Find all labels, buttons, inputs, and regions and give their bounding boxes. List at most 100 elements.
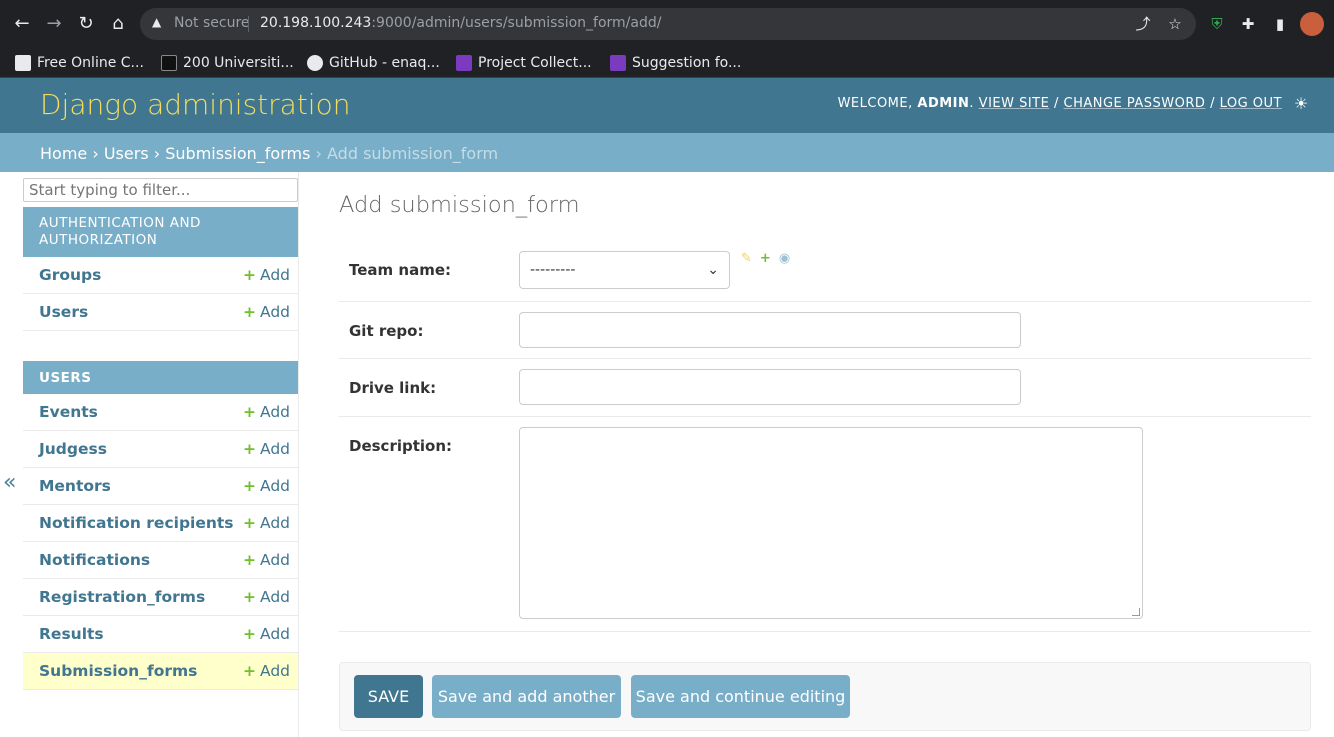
drive-link-label: Drive link: (349, 379, 437, 397)
add-link[interactable]: + Add (243, 403, 290, 421)
bookmark-label: 200 Universiti... (183, 55, 294, 71)
resize-grip-icon[interactable] (1132, 608, 1140, 616)
home-icon[interactable]: ⌂ (106, 12, 130, 36)
module-caption-auth[interactable]: AUTHENTICATION AND AUTHORIZATION (23, 207, 298, 257)
shield-extension-icon[interactable]: ⛨ (1205, 12, 1229, 36)
model-link[interactable]: Groups (39, 266, 101, 284)
reload-icon[interactable]: ↻ (74, 12, 98, 36)
model-link[interactable]: Notifications (39, 551, 150, 569)
save-add-another-button[interactable]: Save and add another (432, 675, 621, 718)
model-link[interactable]: Judgess (39, 440, 107, 458)
add-link[interactable]: + Add (243, 266, 290, 284)
profile-avatar[interactable] (1300, 12, 1324, 36)
add-link[interactable]: + Add (243, 551, 290, 569)
welcome-text: WELCOME, (837, 96, 913, 111)
puzzle-extensions-icon[interactable]: ✚ (1236, 12, 1260, 36)
add-link[interactable]: + Add (243, 588, 290, 606)
plus-icon: + (242, 440, 256, 458)
model-link[interactable]: Submission_forms (39, 662, 197, 680)
add-label: Add (259, 514, 290, 532)
plus-icon: + (242, 303, 256, 321)
sidebar-collapse-toggle[interactable]: « (3, 470, 16, 495)
git-repo-row: Git repo: (339, 302, 1311, 359)
drive-link-row: Drive link: (339, 359, 1311, 417)
sidebar-item-mentors: Mentors + Add (23, 468, 298, 505)
bookmark-item[interactable]: GitHub - enaq... (307, 52, 440, 74)
description-label: Description: (349, 437, 453, 455)
plus-icon: + (242, 588, 256, 606)
url-path: :9000/admin/users/submission_form/add/ (371, 15, 662, 31)
back-arrow-icon[interactable]: ← (10, 12, 34, 36)
sidebar-item-submission-forms: Submission_forms + Add (23, 653, 298, 690)
github-icon (307, 55, 323, 71)
add-link[interactable]: + Add (243, 440, 290, 458)
view-site-link[interactable]: VIEW SITE (979, 96, 1050, 111)
user-tools: WELCOME, ADMIN. VIEW SITE / CHANGE PASSW… (837, 96, 1282, 111)
sidebar-item-notifications: Notifications + Add (23, 542, 298, 579)
select-value: --------- (530, 262, 576, 278)
sidebar-item-registration-forms: Registration_forms + Add (23, 579, 298, 616)
add-label: Add (259, 266, 290, 284)
description-textarea[interactable] (519, 427, 1143, 619)
model-link[interactable]: Events (39, 403, 98, 421)
forms-icon (456, 55, 472, 71)
change-password-link[interactable]: CHANGE PASSWORD (1064, 96, 1206, 111)
module-caption-users[interactable]: USERS (23, 361, 298, 394)
side-panel-icon[interactable]: ▮ (1268, 12, 1292, 36)
submit-row: SAVE Save and add another Save and conti… (339, 662, 1311, 731)
address-bar[interactable]: ▲ Not secure 20.198.100.243:9000/admin/u… (140, 8, 1196, 40)
add-link[interactable]: + Add (243, 625, 290, 643)
add-label: Add (259, 477, 290, 495)
site-brand[interactable]: Django administration (40, 88, 350, 121)
sidebar-item-notification-recipients: Notification recipients + Add (23, 505, 298, 542)
log-out-link[interactable]: LOG OUT (1220, 96, 1282, 111)
add-link[interactable]: + Add (243, 303, 290, 321)
breadcrumb-model[interactable]: Submission_forms (165, 144, 310, 163)
nav-filter-input[interactable] (23, 178, 298, 202)
add-link[interactable]: + Add (243, 662, 290, 680)
sidebar-item-groups: Groups + Add (23, 257, 298, 294)
plus-icon: + (242, 403, 256, 421)
share-icon[interactable]: ⤴ (1132, 13, 1154, 35)
bookmark-label: GitHub - enaq... (329, 55, 440, 71)
bookmark-label: Project Collect... (478, 55, 592, 71)
model-link[interactable]: Mentors (39, 477, 111, 495)
model-link[interactable]: Users (39, 303, 88, 321)
model-link[interactable]: Registration_forms (39, 588, 205, 606)
git-repo-input[interactable] (519, 312, 1021, 348)
warning-icon: ▲ (152, 15, 162, 29)
breadcrumb-separator: › (92, 144, 99, 163)
pencil-icon[interactable]: ✎ (741, 251, 752, 266)
save-continue-button[interactable]: Save and continue editing (631, 675, 850, 718)
bookmarks-bar: Free Online C... 200 Universiti... GitHu… (0, 48, 1334, 78)
add-label: Add (259, 551, 290, 569)
bookmark-star-icon[interactable]: ☆ (1164, 13, 1186, 35)
breadcrumb-app[interactable]: Users (104, 144, 149, 163)
forward-arrow-icon[interactable]: → (42, 12, 66, 36)
add-label: Add (259, 303, 290, 321)
team-name-select[interactable]: --------- ⌄ (519, 251, 730, 289)
url-text[interactable]: 20.198.100.243:9000/admin/users/submissi… (260, 15, 661, 31)
breadcrumb-separator: › (153, 144, 161, 163)
drive-link-input[interactable] (519, 369, 1021, 405)
plus-icon: + (242, 514, 256, 532)
add-label: Add (259, 403, 290, 421)
model-link[interactable]: Results (39, 625, 104, 643)
plus-icon: + (242, 625, 256, 643)
plus-icon[interactable]: + (760, 251, 771, 266)
model-link[interactable]: Notification recipients (39, 514, 234, 532)
security-label: Not secure (174, 15, 250, 31)
add-link[interactable]: + Add (243, 514, 290, 532)
breadcrumb-home[interactable]: Home (40, 144, 87, 163)
nav-sidebar: AUTHENTICATION AND AUTHORIZATION Groups … (22, 172, 299, 737)
sidebar-item-events: Events + Add (23, 394, 298, 431)
bookmark-item[interactable]: 200 Universiti... (161, 52, 294, 74)
sun-icon[interactable]: ☀ (1291, 94, 1311, 114)
eye-icon[interactable]: ◉ (779, 251, 790, 266)
bookmark-item[interactable]: Project Collect... (456, 52, 592, 74)
admin-header: Django administration WELCOME, ADMIN. VI… (0, 78, 1334, 133)
bookmark-item[interactable]: Free Online C... (15, 52, 144, 74)
add-link[interactable]: + Add (243, 477, 290, 495)
save-button[interactable]: SAVE (354, 675, 423, 718)
bookmark-item[interactable]: Suggestion fo... (610, 52, 741, 74)
